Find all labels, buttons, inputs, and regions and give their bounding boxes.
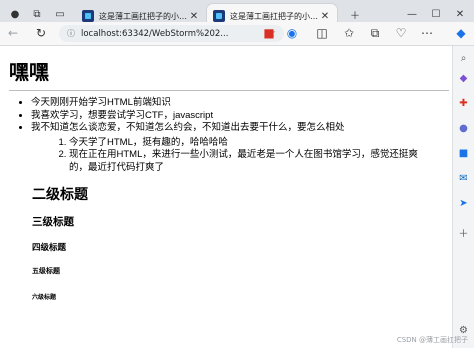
reload-icon[interactable]: ↻ [32, 24, 50, 42]
add-icon[interactable]: ＋ [457, 226, 470, 240]
close-icon[interactable]: ✕ [188, 11, 200, 22]
collections-icon[interactable]: ⧉ [366, 24, 384, 42]
list-item: 现在正在用HTML，来进行一些小测试，最近老是一个人在图书馆学习，感觉还挺爽的，… [69, 149, 434, 174]
web-page: 嘿嘿 今天刚刚开始学习HTML前端知识 我喜欢学习，想要尝试学习CTF，java… [0, 46, 452, 348]
drop-icon[interactable]: ➤ [457, 197, 470, 210]
extension-icon[interactable]: ◉ [283, 24, 301, 42]
info-icon[interactable]: ⓘ [67, 28, 75, 39]
maximize-icon[interactable]: ☐ [426, 5, 446, 23]
browser-essentials-icon[interactable]: ♡ [392, 24, 410, 42]
minimize-icon[interactable]: — [402, 5, 422, 23]
extension-icon[interactable]: ■ [260, 24, 278, 42]
tab-1-title: 这是薄工画扛把子的小黑屋 [99, 11, 188, 21]
heading-1: 嘿嘿 [9, 62, 49, 84]
address-bar[interactable]: ⓘ localhost:63342/WebStorm%202... ☆ [59, 25, 284, 42]
list-item: 我不知道怎么谈恋爱，不知道怎么约会，不知道出去要干什么，要怎么相处 [31, 122, 452, 135]
list-item: 今天刚刚开始学习HTML前端知识 [31, 97, 452, 110]
list-item: 我喜欢学习，想要尝试学习CTF，javascript [31, 110, 452, 123]
tab-2-title: 这是薄工画扛把子的小黑屋 [230, 11, 319, 21]
back-icon[interactable]: ← [4, 24, 22, 42]
heading-3: 三级标题 [32, 216, 74, 228]
tools-icon[interactable]: ✚ [457, 97, 470, 110]
copilot-icon[interactable]: ◆ [452, 24, 470, 42]
heading-2: 二级标题 [32, 186, 88, 202]
heading-5: 五级标题 [32, 268, 60, 275]
watermark: CSDN @薄工画扛把子 [396, 336, 468, 344]
games-icon[interactable]: ● [457, 122, 470, 135]
favorites-icon[interactable]: ✩ [340, 24, 358, 42]
heading-6: 六级标题 [32, 295, 57, 301]
close-icon[interactable]: ✕ [319, 11, 331, 22]
heading-4: 四级标题 [32, 242, 67, 252]
new-tab-icon[interactable]: ＋ [345, 5, 365, 23]
microsoft365-icon[interactable]: ■ [457, 147, 470, 160]
menu-icon[interactable]: ⋯ [418, 24, 436, 42]
window-close-icon[interactable]: ✕ [450, 5, 470, 23]
tab-actions-icon[interactable]: ▭ [50, 5, 70, 23]
url-text: localhost:63342/WebStorm%202... [81, 28, 229, 39]
site-favicon-icon [213, 10, 225, 22]
site-favicon-icon [82, 10, 94, 22]
profile-icon[interactable]: ● [5, 5, 25, 23]
unordered-list: 今天刚刚开始学习HTML前端知识 我喜欢学习，想要尝试学习CTF，javascr… [31, 97, 452, 135]
shopping-icon[interactable]: ◆ [457, 72, 470, 85]
divider [9, 90, 449, 91]
split-screen-icon[interactable]: ◫ [313, 24, 331, 42]
workspaces-icon[interactable]: ⧉ [27, 5, 47, 23]
list-item: 今天学了HTML，挺有趣的，哈哈哈哈 [69, 137, 434, 150]
ordered-list: 今天学了HTML，挺有趣的，哈哈哈哈 现在正在用HTML，来进行一些小测试，最近… [69, 137, 434, 175]
search-icon[interactable]: ⌕ [457, 52, 470, 65]
outlook-icon[interactable]: ✉ [457, 172, 470, 185]
